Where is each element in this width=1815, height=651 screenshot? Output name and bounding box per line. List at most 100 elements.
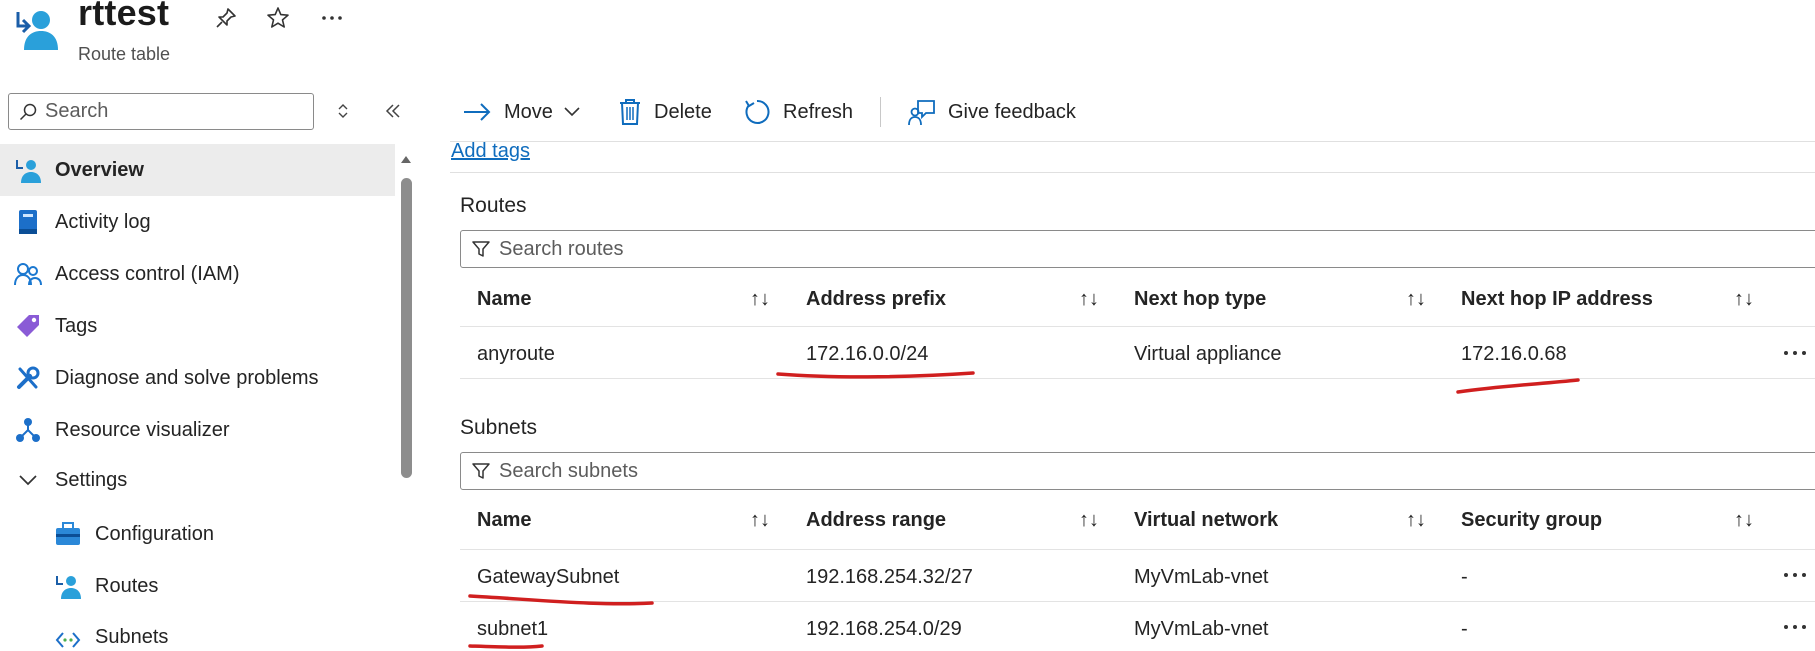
sidebar-item-label: Routes [95, 574, 159, 597]
subnet-virtual-network[interactable]: MyVmLab-vnet [1134, 566, 1269, 589]
search-subnets-input[interactable]: Search subnets [460, 452, 1815, 490]
sidebar-item-activity-log[interactable]: Activity log [0, 196, 395, 248]
refresh-label: Refresh [783, 100, 854, 123]
sort-arrows-icon: ↑↓ [1734, 287, 1754, 310]
sort-next-hop-type-button[interactable]: ↑↓ [1401, 286, 1431, 312]
row-more-button[interactable] [1778, 342, 1812, 364]
sidebar-item-label: Settings [55, 468, 128, 491]
ellipsis-icon [1782, 573, 1809, 577]
sort-name-button[interactable]: ↑↓ [745, 507, 775, 533]
iam-icon [14, 260, 42, 288]
sort-security-group-button[interactable]: ↑↓ [1729, 507, 1759, 533]
table-row[interactable]: GatewaySubnet 192.168.254.32/27 MyVmLab-… [460, 550, 1815, 600]
up-down-chevron-icon [338, 104, 348, 118]
sort-arrows-icon: ↑↓ [1079, 287, 1099, 310]
subnet-name[interactable]: GatewaySubnet [477, 566, 619, 589]
sidebar-scroll-thumb[interactable] [401, 178, 412, 478]
column-header-security-group: Security group [1461, 509, 1603, 531]
page-title: rttest [78, 0, 170, 33]
sidebar-item-subnets[interactable]: Subnets [0, 614, 395, 651]
sidebar-item-routes[interactable]: Routes [0, 560, 395, 612]
sort-name-button[interactable]: ↑↓ [745, 286, 775, 312]
search-subnets-placeholder: Search subnets [499, 459, 638, 482]
sidebar-item-configuration[interactable]: Configuration [0, 508, 395, 560]
activity-log-icon [14, 208, 42, 236]
sidebar-item-label: Activity log [55, 210, 151, 233]
row-more-button[interactable] [1778, 564, 1812, 586]
feedback-icon [908, 100, 935, 126]
toolbox-icon [54, 520, 82, 548]
subnet-address-range: 192.168.254.32/27 [806, 566, 973, 588]
sidebar-item-label: Resource visualizer [55, 418, 230, 441]
sidebar-item-iam[interactable]: Access control (IAM) [0, 248, 395, 300]
sidebar-item-label: Overview [55, 158, 144, 181]
sidebar-item-diagnose[interactable]: Diagnose and solve problems [0, 352, 395, 404]
sort-next-hop-ip-button[interactable]: ↑↓ [1729, 286, 1759, 312]
sidebar-item-label: Access control (IAM) [55, 262, 240, 285]
sort-address-prefix-button[interactable]: ↑↓ [1074, 286, 1104, 312]
sidebar-search-placeholder: Search [45, 100, 109, 122]
sidebar-item-tags[interactable]: Tags [0, 300, 395, 352]
filter-icon [472, 463, 490, 479]
ellipsis-icon [1782, 351, 1809, 355]
sort-arrows-icon: ↑↓ [1734, 508, 1754, 531]
header-divider [460, 326, 1815, 327]
collapse-sidebar-button[interactable] [380, 98, 406, 124]
more-options-button[interactable] [318, 4, 346, 32]
route-table-icon [14, 156, 42, 184]
column-header-name: Name [477, 288, 532, 310]
subnet-icon [54, 626, 82, 651]
sidebar-item-overview[interactable]: Overview [0, 144, 395, 196]
subnet-virtual-network[interactable]: MyVmLab-vnet [1134, 618, 1269, 641]
ellipsis-icon [322, 16, 342, 20]
route-address-prefix: 172.16.0.0/24 [806, 343, 929, 365]
delete-button[interactable]: Delete [618, 92, 712, 132]
sort-address-range-button[interactable]: ↑↓ [1074, 507, 1104, 533]
scroll-up-icon[interactable] [400, 154, 412, 164]
sort-virtual-network-button[interactable]: ↑↓ [1401, 507, 1431, 533]
table-row[interactable]: subnet1 192.168.254.0/29 MyVmLab-vnet - [460, 602, 1815, 651]
sort-arrows-icon: ↑↓ [1079, 508, 1099, 531]
routes-section-title: Routes [460, 194, 527, 217]
pin-icon [216, 8, 236, 28]
subnet-address-range: 192.168.254.0/29 [806, 618, 962, 640]
move-label: Move [504, 100, 553, 123]
sidebar-item-resource-visualizer[interactable]: Resource visualizer [0, 404, 395, 456]
favorite-button[interactable] [264, 4, 292, 32]
sort-arrows-icon: ↑↓ [1406, 287, 1426, 310]
sidebar-search-input[interactable]: Search [8, 93, 314, 130]
sidebar-group-settings[interactable]: Settings [0, 454, 395, 506]
row-more-button[interactable] [1778, 616, 1812, 638]
row-divider [460, 378, 1815, 379]
chevron-down-icon [14, 466, 42, 494]
subnet-security-group: - [1461, 618, 1468, 640]
column-header-virtual-network: Virtual network [1134, 509, 1279, 531]
route-name[interactable]: anyroute [477, 343, 555, 366]
section-divider [450, 172, 1815, 173]
sort-arrows-icon: ↑↓ [750, 508, 770, 531]
sort-arrows-icon: ↑↓ [1406, 508, 1426, 531]
search-routes-placeholder: Search routes [499, 237, 624, 260]
route-next-hop-type: Virtual appliance [1134, 343, 1282, 365]
chevron-down-icon [564, 107, 580, 117]
search-routes-input[interactable]: Search routes [460, 230, 1815, 268]
toolbar-divider [880, 97, 881, 127]
column-header-name: Name [477, 509, 532, 531]
annotation-underline [1456, 378, 1580, 394]
sidebar-item-label: Configuration [95, 522, 214, 545]
tag-icon [14, 312, 42, 340]
table-row[interactable]: anyroute 172.16.0.0/24 Virtual appliance… [460, 328, 1815, 378]
trash-icon [620, 99, 640, 125]
arrow-right-icon [464, 103, 491, 121]
add-tags-link[interactable]: Add tags [451, 140, 530, 163]
give-feedback-button[interactable]: Give feedback [908, 92, 1076, 132]
resource-type: Route table [78, 44, 171, 64]
move-button[interactable]: Move [462, 92, 581, 132]
pin-button[interactable] [212, 4, 240, 32]
double-chevron-left-icon [385, 104, 400, 118]
refresh-button[interactable]: Refresh [743, 92, 853, 132]
expand-collapse-button[interactable] [330, 98, 356, 124]
subnet-name[interactable]: subnet1 [477, 618, 548, 641]
refresh-icon [745, 99, 770, 124]
sort-arrows-icon: ↑↓ [750, 287, 770, 310]
